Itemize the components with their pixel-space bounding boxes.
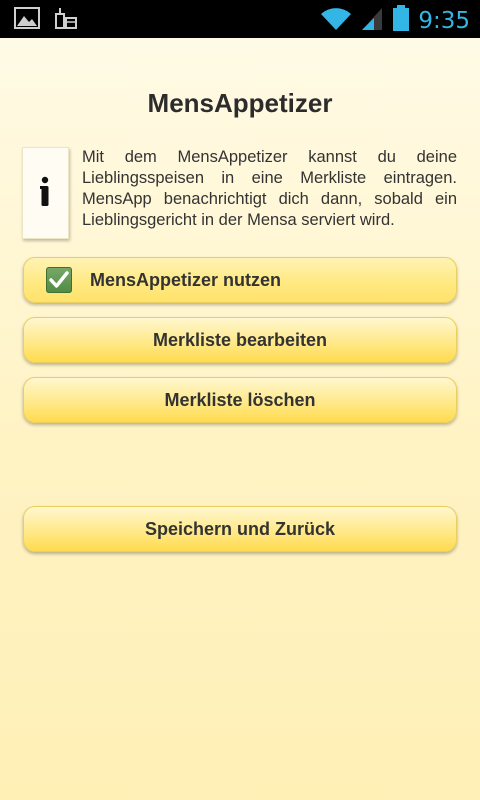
- toggle-label: MensAppetizer nutzen: [90, 269, 282, 290]
- clear-list-label: Merkliste löschen: [164, 389, 316, 410]
- status-clock: 9:35: [418, 7, 470, 34]
- page-title: MensAppetizer: [147, 88, 333, 118]
- status-bar: 9:35: [0, 0, 480, 38]
- info-description: Mit dem MensAppetizer kannst du deine Li…: [82, 148, 457, 229]
- image-icon: [14, 7, 40, 34]
- use-mensappetizer-toggle[interactable]: MensAppetizer nutzen: [23, 257, 457, 303]
- wifi-icon: [320, 5, 352, 36]
- edit-list-label: Merkliste bearbeiten: [152, 329, 328, 350]
- signal-icon: [360, 5, 384, 36]
- battery-icon: [392, 4, 410, 37]
- clear-list-button[interactable]: Merkliste löschen: [23, 377, 457, 423]
- info-icon: [22, 147, 69, 239]
- calendar-icon: [54, 6, 78, 35]
- save-and-back-button[interactable]: Speichern und Zurück: [23, 506, 457, 552]
- save-and-back-label: Speichern und Zurück: [144, 518, 336, 539]
- edit-list-button[interactable]: Merkliste bearbeiten: [23, 317, 457, 363]
- checkbox-checked-icon[interactable]: [46, 267, 72, 293]
